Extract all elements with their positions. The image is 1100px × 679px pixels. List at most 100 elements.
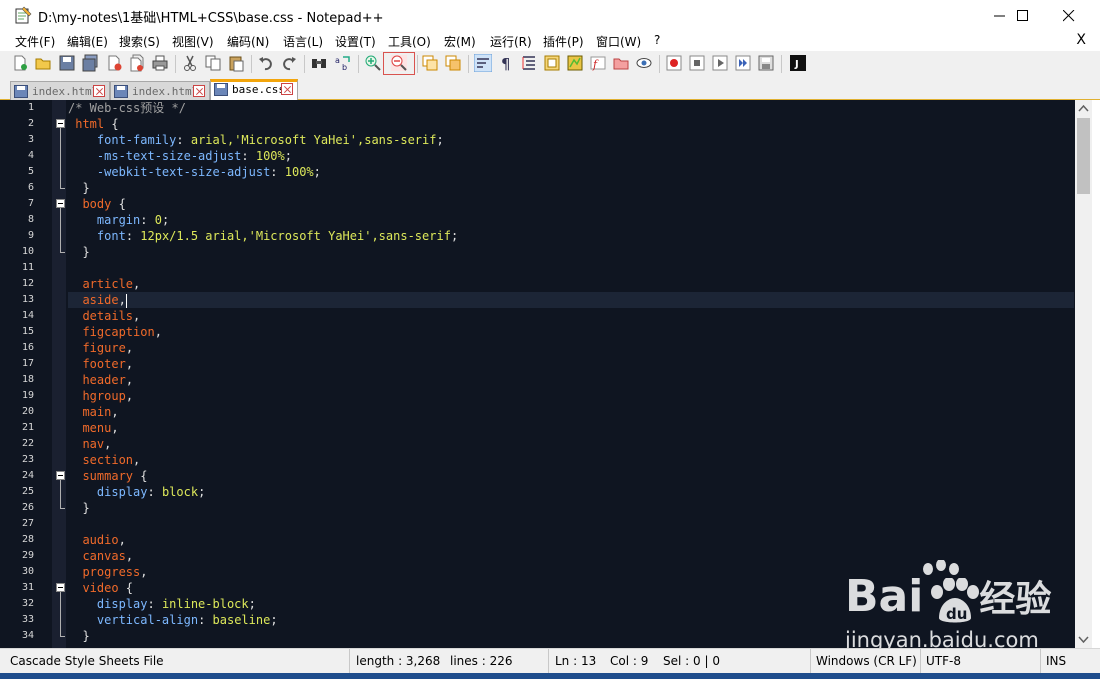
code-line[interactable] xyxy=(68,260,1074,276)
save-macro-icon[interactable] xyxy=(757,54,775,72)
code-line[interactable]: html { xyxy=(68,116,1074,132)
sync-vertical-icon[interactable] xyxy=(421,54,439,72)
replace-icon[interactable]: ab xyxy=(334,54,352,72)
code-line[interactable]: nav, xyxy=(68,436,1074,452)
code-line[interactable]: } xyxy=(68,500,1074,516)
code-line[interactable]: menu, xyxy=(68,420,1074,436)
run-macro-multiple-icon[interactable] xyxy=(734,54,752,72)
fold-toggle-icon[interactable] xyxy=(56,199,65,208)
tab-base-css[interactable]: base.css xyxy=(210,79,298,100)
code-line[interactable]: footer, xyxy=(68,356,1074,372)
open-file-icon[interactable] xyxy=(34,54,52,72)
code-line[interactable]: } xyxy=(68,180,1074,196)
code-token-punct: ; xyxy=(198,485,206,499)
code-line[interactable]: } xyxy=(68,244,1074,260)
code-line[interactable]: figcaption, xyxy=(68,324,1074,340)
menu-window[interactable]: 窗口(W) xyxy=(596,33,641,50)
word-wrap-icon[interactable] xyxy=(474,54,492,72)
record-macro-icon[interactable] xyxy=(665,54,683,72)
tab-close-icon[interactable] xyxy=(93,85,105,97)
copy-icon[interactable] xyxy=(204,54,222,72)
line-number: 8 xyxy=(27,214,34,225)
console-icon[interactable]: J xyxy=(789,54,807,72)
new-file-icon[interactable] xyxy=(11,54,29,72)
code-line[interactable]: /* Web-css预设 */ xyxy=(68,100,1074,116)
scroll-up-icon[interactable] xyxy=(1075,100,1092,117)
play-macro-icon[interactable] xyxy=(711,54,729,72)
code-line[interactable]: summary { xyxy=(68,468,1074,484)
document-map-icon[interactable] xyxy=(566,54,584,72)
line-number: 6 xyxy=(27,182,34,193)
code-line[interactable]: figure, xyxy=(68,340,1074,356)
monitoring-icon[interactable] xyxy=(635,54,653,72)
code-line[interactable]: -webkit-text-size-adjust: 100%; xyxy=(68,164,1074,180)
code-line[interactable]: body { xyxy=(68,196,1074,212)
tab-index-html-2[interactable]: index.html xyxy=(110,81,210,100)
menu-file[interactable]: 文件(F) xyxy=(15,33,55,50)
zoom-in-icon[interactable] xyxy=(364,54,382,72)
menu-settings[interactable]: 设置(T) xyxy=(335,33,376,50)
find-icon[interactable] xyxy=(310,54,328,72)
code-line[interactable]: details, xyxy=(68,308,1074,324)
menu-language[interactable]: 语言(L) xyxy=(283,33,323,50)
undo-icon[interactable] xyxy=(257,54,275,72)
status-mode: INS xyxy=(1046,654,1067,668)
fold-margin[interactable] xyxy=(52,100,66,648)
tab-index-html-1[interactable]: index.html xyxy=(10,81,110,100)
code-token-selector: audio xyxy=(82,533,119,547)
code-line[interactable]: hgroup, xyxy=(68,388,1074,404)
function-list-icon[interactable]: f xyxy=(589,54,607,72)
scrollbar-thumb[interactable] xyxy=(1077,118,1090,194)
redo-icon[interactable] xyxy=(280,54,298,72)
fold-toggle-icon[interactable] xyxy=(56,471,65,480)
line-number: 21 xyxy=(21,422,34,433)
scroll-down-icon[interactable] xyxy=(1075,631,1092,648)
status-eol-cell[interactable]: Windows (CR LF) xyxy=(811,649,921,673)
fold-toggle-icon[interactable] xyxy=(56,583,65,592)
menu-encoding[interactable]: 编码(N) xyxy=(227,33,269,50)
toolbar-separator xyxy=(251,55,252,73)
tab-close-icon[interactable] xyxy=(281,83,293,95)
close-all-icon[interactable] xyxy=(128,54,146,72)
stop-macro-icon[interactable] xyxy=(688,54,706,72)
sync-horizontal-icon[interactable] xyxy=(444,54,462,72)
status-encoding-cell[interactable]: UTF-8 xyxy=(921,649,1041,673)
zoom-out-icon[interactable] xyxy=(390,54,408,72)
code-line[interactable]: header, xyxy=(68,372,1074,388)
folder-workspace-icon[interactable] xyxy=(612,54,630,72)
code-line[interactable]: main, xyxy=(68,404,1074,420)
code-line[interactable]: article, xyxy=(68,276,1074,292)
menu-plugins[interactable]: 插件(P) xyxy=(543,33,584,50)
tab-close-icon[interactable] xyxy=(193,85,205,97)
code-line[interactable]: display: block; xyxy=(68,484,1074,500)
save-all-icon[interactable] xyxy=(81,54,99,72)
cut-icon[interactable] xyxy=(181,54,199,72)
code-line[interactable] xyxy=(68,516,1074,532)
indent-guide-icon[interactable] xyxy=(520,54,538,72)
menu-edit[interactable]: 编辑(E) xyxy=(67,33,108,50)
close-file-icon[interactable] xyxy=(105,54,123,72)
code-line[interactable]: audio, xyxy=(68,532,1074,548)
close-document-button[interactable]: X xyxy=(1076,32,1086,48)
close-window-button[interactable] xyxy=(1046,0,1092,31)
maximize-button[interactable] xyxy=(1000,0,1046,31)
menu-macro[interactable]: 宏(M) xyxy=(444,33,476,50)
menu-search[interactable]: 搜索(S) xyxy=(119,33,160,50)
show-all-characters-icon[interactable]: ¶ xyxy=(497,54,515,72)
vertical-scrollbar[interactable] xyxy=(1075,100,1092,648)
code-line[interactable]: font-family: arial,'Microsoft YaHei',san… xyxy=(68,132,1074,148)
code-line[interactable]: font: 12px/1.5 arial,'Microsoft YaHei',s… xyxy=(68,228,1074,244)
code-line[interactable]: -ms-text-size-adjust: 100%; xyxy=(68,148,1074,164)
code-line[interactable]: aside, xyxy=(68,292,1074,308)
paste-icon[interactable] xyxy=(227,54,245,72)
print-icon[interactable] xyxy=(151,54,169,72)
menu-run[interactable]: 运行(R) xyxy=(490,33,532,50)
menu-tools[interactable]: 工具(O) xyxy=(388,33,431,50)
code-line[interactable]: section, xyxy=(68,452,1074,468)
user-language-icon[interactable] xyxy=(543,54,561,72)
fold-toggle-icon[interactable] xyxy=(56,119,65,128)
menu-view[interactable]: 视图(V) xyxy=(172,33,214,50)
menu-help[interactable]: ? xyxy=(654,33,660,47)
save-icon[interactable] xyxy=(58,54,76,72)
code-line[interactable]: margin: 0; xyxy=(68,212,1074,228)
